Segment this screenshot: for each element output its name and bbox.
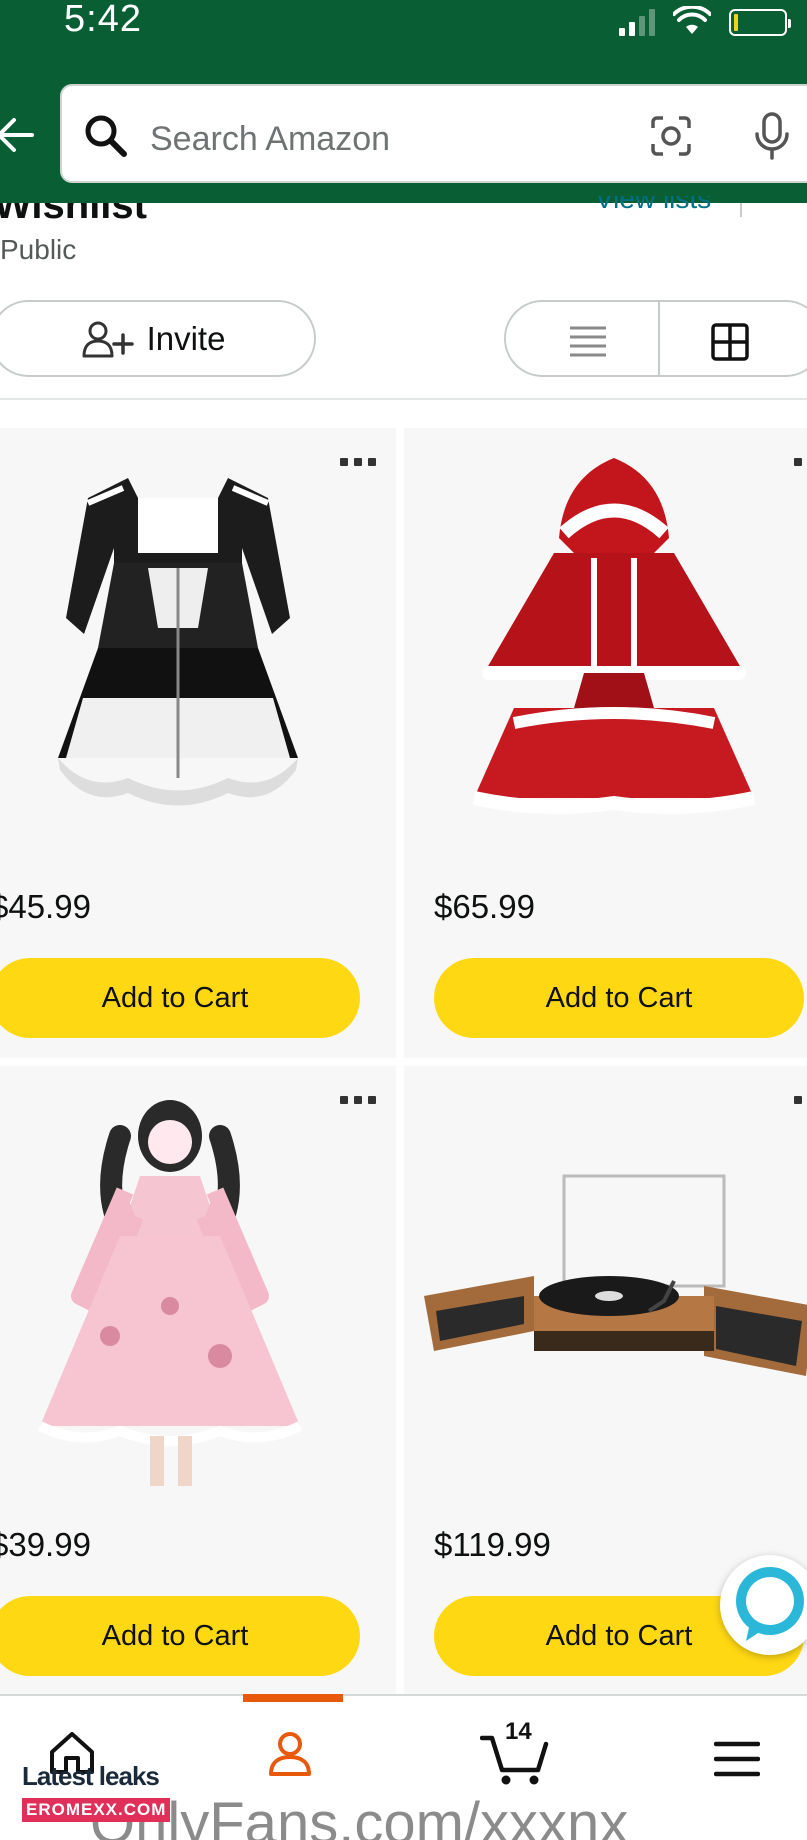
header-divider — [740, 203, 742, 217]
chat-assistant-button[interactable] — [720, 1555, 807, 1655]
product-card[interactable]: $45.99 Add to Cart — [0, 428, 396, 1058]
profile-icon[interactable] — [266, 1730, 314, 1778]
product-card[interactable]: $39.99 Add to Cart — [0, 1066, 396, 1696]
battery-icon — [729, 9, 791, 36]
black-white-maid-dress-image[interactable] — [28, 458, 328, 828]
active-tab-indicator — [243, 1694, 343, 1702]
status-icons — [619, 6, 791, 36]
more-options-icon[interactable] — [794, 1096, 807, 1104]
product-price: $45.99 — [0, 888, 91, 925]
menu-icon[interactable] — [714, 1740, 760, 1778]
app-header: 5:42 Search Amazon — [0, 0, 807, 203]
add-to-cart-button[interactable]: Add to Cart — [0, 958, 360, 1038]
list-view-icon[interactable] — [568, 324, 608, 358]
wishlist-privacy: Public — [0, 234, 77, 265]
watermark-text: OnlyFans.com/xxxnx — [90, 1791, 629, 1840]
chat-bubble-icon — [736, 1567, 804, 1641]
search-input[interactable]: Search Amazon — [150, 120, 390, 159]
search-bar[interactable]: Search Amazon — [60, 84, 807, 183]
add-to-cart-button[interactable]: Add to Cart — [434, 958, 804, 1038]
invite-button[interactable]: Invite — [0, 300, 316, 377]
status-time: 5:42 — [64, 0, 142, 40]
cart-count-badge: 14 — [505, 1718, 532, 1745]
add-person-icon — [82, 321, 134, 357]
watermark-badge: EROMEXX.COM — [22, 1798, 171, 1822]
view-lists-link[interactable]: View lists — [595, 196, 711, 214]
red-hooded-christmas-dress-image[interactable] — [454, 458, 774, 828]
watermark-label: Latest leaks — [22, 1761, 160, 1791]
invite-label: Invite — [146, 319, 226, 357]
add-to-cart-button[interactable]: Add to Cart — [0, 1596, 360, 1676]
record-player-with-speakers-image[interactable] — [424, 1166, 807, 1426]
divider — [0, 398, 807, 400]
product-card[interactable]: $65.99 Add to Cart — [404, 428, 807, 1058]
cellular-signal-icon — [619, 8, 655, 36]
more-options-icon[interactable] — [794, 458, 807, 466]
microphone-icon[interactable] — [752, 112, 792, 162]
product-price: $65.99 — [434, 888, 535, 925]
more-options-icon[interactable] — [340, 458, 376, 466]
more-options-icon[interactable] — [340, 1096, 376, 1104]
product-price: $39.99 — [0, 1526, 91, 1563]
product-price: $119.99 — [434, 1526, 551, 1563]
camera-scan-icon[interactable] — [649, 114, 693, 158]
wishlist-title: Wishlist — [0, 203, 147, 220]
back-arrow-icon[interactable] — [0, 112, 40, 158]
search-icon — [85, 115, 127, 157]
view-toggle — [504, 300, 807, 377]
grid-view-icon[interactable] — [710, 322, 750, 362]
wifi-icon — [673, 6, 711, 34]
pink-lolita-dress-image[interactable] — [20, 1096, 340, 1496]
